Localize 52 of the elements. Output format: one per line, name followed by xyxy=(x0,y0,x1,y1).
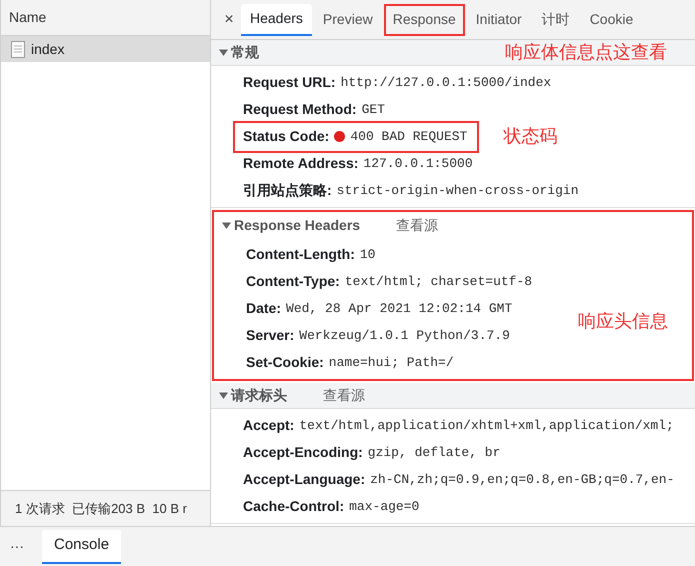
header-value: GET xyxy=(362,100,385,119)
annotation-text: 响应头信息 xyxy=(578,310,668,333)
header-name: Remote Address: xyxy=(243,154,358,173)
document-icon xyxy=(11,40,25,58)
header-name: Date: xyxy=(246,299,282,318)
tab[interactable]: Initiator xyxy=(466,4,531,36)
header-name: Content-Type: xyxy=(246,272,340,291)
header-value: http://127.0.0.1:5000/index xyxy=(340,74,552,92)
header-name: Accept-Encoding: xyxy=(243,443,363,462)
status-text: 1 次请求 已传输203 B 10 B r xyxy=(15,500,187,518)
header-value: Wed, 28 Apr 2021 12:02:14 GMT xyxy=(286,300,512,318)
more-button[interactable]: ··· xyxy=(10,536,24,557)
close-button[interactable]: × xyxy=(219,8,239,32)
annotation-text: 状态码 xyxy=(503,125,558,148)
tab[interactable]: Preview xyxy=(314,4,382,36)
header-value: gzip, deflate, br xyxy=(368,444,500,462)
tab[interactable]: 计时 xyxy=(532,4,579,36)
header-name: Cache-Control: xyxy=(243,497,344,516)
header-name: Server: xyxy=(246,326,294,345)
annotation-text: 响应体信息点这查看 xyxy=(505,41,667,64)
disclosure-triangle-icon[interactable] xyxy=(219,391,228,400)
disclosure-triangle-icon[interactable] xyxy=(219,48,228,57)
header-name: Set-Cookie: xyxy=(246,353,324,372)
header-value: name=hui; Path=/ xyxy=(328,354,454,372)
header-name: Content-Length: xyxy=(246,245,355,264)
header-name: Accept-Language: xyxy=(243,470,366,489)
header-value: text/html; charset=utf-8 xyxy=(344,272,532,291)
drawer-tab[interactable]: Console xyxy=(42,530,122,564)
header-name: Request Method: xyxy=(243,100,357,119)
section-title[interactable]: 常规 xyxy=(231,42,259,63)
header-name: Accept: xyxy=(243,416,294,435)
header-value: 127.0.0.1:5000 xyxy=(363,154,473,173)
section-title[interactable]: 请求标头 xyxy=(231,385,287,406)
header-value: max-age=0 xyxy=(349,498,420,516)
header-value: 400 BAD REQUEST xyxy=(350,128,468,146)
disclosure-triangle-icon[interactable] xyxy=(222,220,231,230)
section-title[interactable]: Response Headers xyxy=(234,214,360,236)
header-value: strict-origin-when-cross-origin xyxy=(336,182,579,200)
request-item[interactable]: index xyxy=(1,36,210,62)
tab[interactable]: Cookie xyxy=(580,4,642,36)
header-value: Werkzeug/1.0.1 Python/3.7.9 xyxy=(299,326,510,345)
header-name: 引用站点策略: xyxy=(243,181,332,200)
column-header[interactable]: Name xyxy=(9,7,46,28)
tab[interactable]: Headers xyxy=(241,4,312,36)
tab[interactable]: Response xyxy=(384,4,465,36)
view-source-link[interactable]: 查看源 xyxy=(323,385,365,406)
header-name: Status Code: xyxy=(243,127,330,146)
header-value: zh-CN,zh;q=0.9,en;q=0.8,en-GB;q=0.7,en- xyxy=(370,470,674,489)
view-source-link[interactable]: 查看源 xyxy=(396,214,438,236)
header-value: 10 xyxy=(360,246,376,264)
header-value: text/html,application/xhtml+xml,application/xml; xyxy=(299,416,674,435)
header-name: Request URL: xyxy=(243,73,336,92)
